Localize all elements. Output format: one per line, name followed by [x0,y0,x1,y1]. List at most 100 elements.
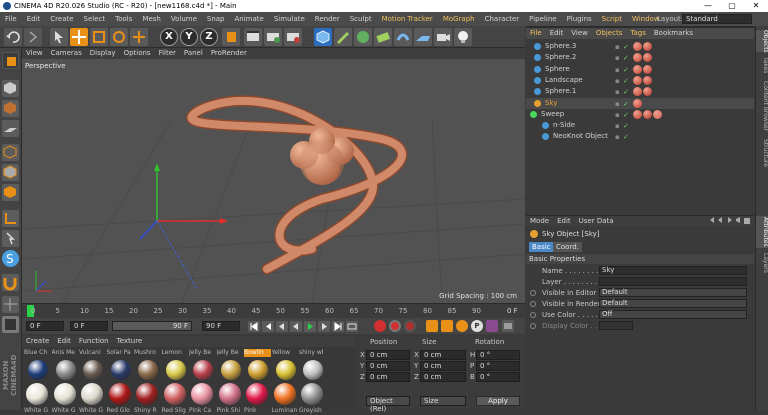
polygons-mode-icon[interactable] [2,184,19,201]
material-swatch[interactable]: Vulcani [79,349,106,357]
neoknot-sweep[interactable] [187,96,406,273]
menu-character[interactable]: Character [480,12,525,26]
move-tool-icon[interactable] [70,28,88,46]
previous-key-icon[interactable] [262,321,274,332]
right-tab-structure[interactable]: Structure [756,138,768,168]
menu-volume[interactable]: Volume [166,12,202,26]
viewport-menu-panel[interactable]: Panel [180,48,207,59]
attr-menu-edit[interactable]: Edit [553,216,575,227]
menu-snap[interactable]: Snap [202,12,230,26]
edges-mode-icon[interactable] [2,164,19,181]
layout-switch-icon[interactable] [2,316,19,333]
enabled-check-icon[interactable]: ✓ [623,65,631,74]
enabled-check-icon[interactable]: ✓ [623,76,631,85]
object-name[interactable]: Sphere.3 [545,41,576,52]
material-tag-icon[interactable] [633,75,642,85]
camera-icon[interactable] [434,28,452,46]
loop-icon[interactable] [346,321,358,332]
object-row[interactable]: Sky ▪ ✓ [526,97,754,109]
object-row[interactable]: Sphere.1 ▪ ✓ [526,86,754,97]
material-tag-icon[interactable] [643,75,652,85]
tab-basic[interactable]: Basic [529,242,554,252]
enabled-check-icon[interactable]: ✓ [623,99,631,108]
redo-icon[interactable] [24,28,42,46]
deformer-icon[interactable] [394,28,412,46]
right-tab-objects[interactable]: Objects [756,30,768,53]
apply-button[interactable]: Apply [476,396,520,406]
current-frame-field[interactable]: 0 F [26,321,64,331]
menu-script[interactable]: Script [597,12,627,26]
object-row[interactable]: Landscape ▪ ✓ [526,75,754,86]
visibility-dot-icon[interactable]: ▪ [615,65,623,74]
object-row[interactable]: n-Side ▪ ✓ [526,120,754,131]
enabled-check-icon[interactable]: ✓ [623,53,631,62]
timeline-ruler[interactable]: 0 5 10 15 20 25 30 35 40 45 50 55 60 65 70 75 80 85 90 0 F [22,303,525,318]
material-preview[interactable] [138,360,158,380]
viewport-canvas[interactable]: Perspective Grid Spacing : 100 cm [22,59,525,303]
material-preview[interactable] [220,360,241,380]
render-settings-icon[interactable] [284,28,302,46]
rotate-tool-icon[interactable] [110,28,128,46]
visibility-dot-icon[interactable]: ▪ [615,87,623,96]
material-preview[interactable] [83,360,103,380]
viewport-menu-display[interactable]: Display [86,48,120,59]
scale-tool-icon[interactable] [90,28,108,46]
material-swatch[interactable]: Anis Me [52,349,79,357]
material-menu-create[interactable]: Create [22,336,53,347]
tweak-mode-icon[interactable] [2,230,19,247]
coords-size-mode-select[interactable]: Size [420,396,466,406]
material-preview[interactable] [193,360,213,380]
om-menu-bookmarks[interactable]: Bookmarks [650,28,697,39]
axis-y-lock[interactable]: Y [180,28,198,46]
end-frame-field[interactable]: 90 F [202,321,240,331]
menu-simulate[interactable]: Simulate [269,12,310,26]
points-mode-icon[interactable] [2,144,19,161]
viewport-menu-cameras[interactable]: Cameras [47,48,86,59]
visibility-dot-icon[interactable]: ▪ [615,53,623,62]
coords-size-field[interactable]: 0 cm [420,350,466,360]
right-tab-attributes[interactable]: Attributes [756,216,768,248]
material-preview[interactable] [248,360,268,380]
om-menu-file[interactable]: File [526,28,546,39]
object-name[interactable]: n-Side [553,120,575,131]
material-tag-icon[interactable] [633,98,642,108]
axis-x-lock[interactable]: X [160,28,178,46]
material-menu-edit[interactable]: Edit [53,336,75,347]
object-name[interactable]: Sky [545,98,557,109]
frame-range-slider[interactable]: 90 F [112,321,192,331]
timeline-menu-icon[interactable] [502,320,514,332]
object-row[interactable]: Sphere ▪ ✓ [526,64,754,75]
enabled-check-icon[interactable]: ✓ [623,42,631,51]
minimize-button[interactable]: — [696,0,720,12]
material-menu-texture[interactable]: Texture [113,336,147,347]
subdivision-surface-icon[interactable] [354,28,372,46]
material-tag-icon[interactable] [643,64,652,74]
attr-property-value[interactable]: Default [599,299,747,308]
material-tag-icon[interactable] [633,109,642,119]
material-swatch[interactable]: Yellow [272,349,299,357]
visibility-dot-icon[interactable]: ▪ [615,99,623,108]
menu-animate[interactable]: Animate [230,12,269,26]
coordinate-system-icon[interactable] [222,28,240,46]
live-selection-icon[interactable] [130,28,148,46]
material-swatch[interactable]: Lemon [162,349,189,357]
object-row[interactable]: Sweep ▪ ✓ [526,109,754,120]
menu-mesh[interactable]: Mesh [137,12,165,26]
object-name[interactable]: NeoKnot Object [553,131,608,142]
right-tab-layers[interactable]: Layers [756,252,768,274]
om-menu-objects[interactable]: Objects [592,28,626,39]
pen-spline-icon[interactable] [334,28,352,46]
material-tag-icon[interactable] [633,53,642,63]
om-menu-tags[interactable]: Tags [626,28,650,39]
om-menu-view[interactable]: View [567,28,592,39]
menu-pipeline[interactable]: Pipeline [524,12,561,26]
undo-icon[interactable] [4,28,22,46]
right-tab-content-browser[interactable]: Content Browser [756,78,768,134]
next-frame-icon[interactable] [318,321,330,332]
coords-pos-field[interactable]: 0 cm [366,361,410,371]
record-active-icon[interactable] [374,320,386,332]
visibility-dot-icon[interactable]: ▪ [615,132,623,141]
material-preview[interactable] [303,360,323,380]
material-swatch[interactable]: Blue Ch [24,349,51,357]
z-axis-handle[interactable] [139,220,158,240]
